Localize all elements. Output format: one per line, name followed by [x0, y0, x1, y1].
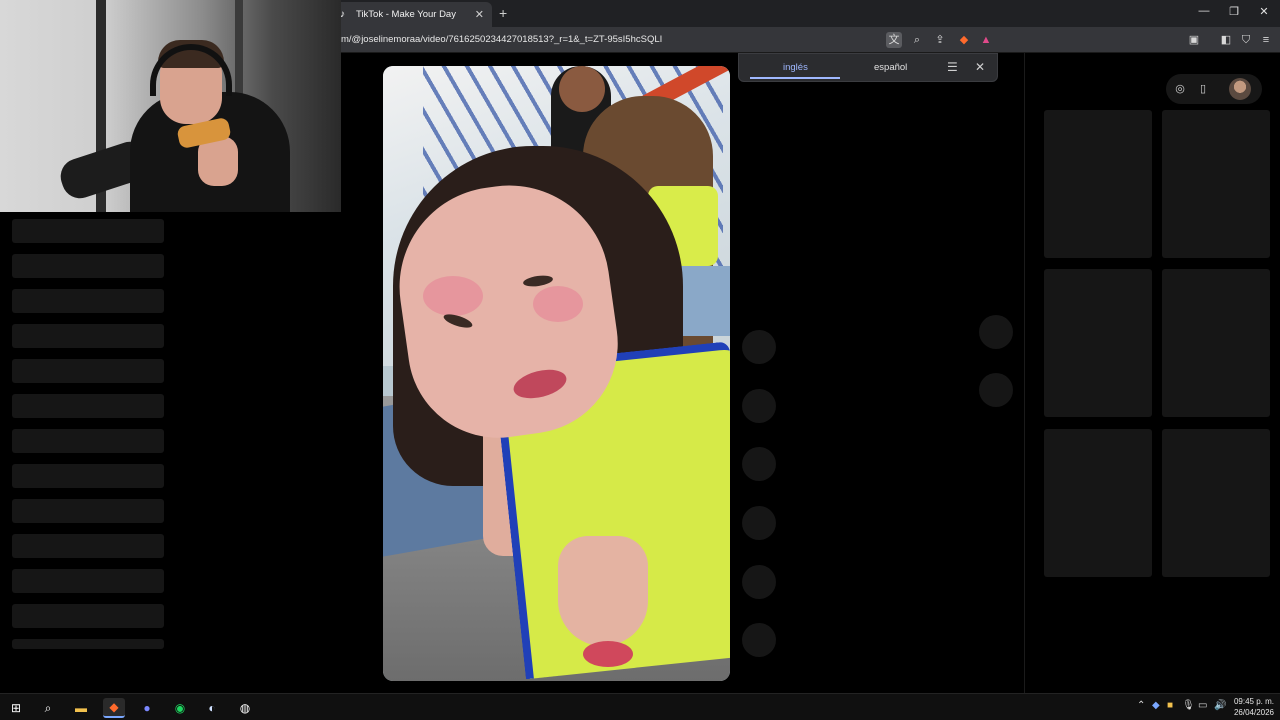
video-thumbnail-placeholder[interactable]	[1044, 110, 1152, 258]
video-person-background-head	[559, 66, 605, 112]
webcam-overlay	[0, 0, 341, 212]
share-button-placeholder[interactable]	[742, 506, 776, 540]
video-thumbnail-placeholder[interactable]	[1162, 110, 1270, 258]
extensions-icon[interactable]: ▣	[1186, 32, 1202, 48]
obs-icon[interactable]: ◍	[234, 698, 256, 718]
tray-app-icon[interactable]: ◆	[1152, 700, 1160, 711]
spotify-icon[interactable]: ◉	[169, 698, 191, 718]
tiktok-icon: ♪	[340, 8, 345, 20]
video-thumbnail-placeholder[interactable]	[1044, 269, 1152, 417]
sidebar-skeleton-item	[12, 639, 164, 649]
like-button-placeholder[interactable]	[742, 330, 776, 364]
panel-divider	[1024, 53, 1025, 693]
translate-popup: inglés español ☰ ✕	[738, 53, 998, 82]
next-video-button[interactable]	[979, 373, 1013, 407]
network-icon[interactable]: ▭	[1198, 700, 1207, 711]
zoom-icon[interactable]: ⌕	[909, 32, 925, 48]
screen: ♪ TikTok - Make Your Day ✕ + — ❐ ✕ m/@jo…	[0, 0, 1280, 720]
file-explorer-icon[interactable]: ▬	[70, 698, 92, 718]
steam-icon[interactable]: ◐	[201, 698, 223, 718]
taskbar: ⊞ ⌕ ▬ ◆ ● ◉ ◐ ◍ ⌃ ◆ ■ 🎙 ▭ 🔊 09:45 p. m. …	[0, 693, 1280, 720]
close-window-button[interactable]: ✕	[1256, 5, 1272, 18]
volume-icon[interactable]: 🔊	[1214, 700, 1226, 711]
tab-tiktok[interactable]: ♪ TikTok - Make Your Day ✕	[334, 2, 492, 27]
selected-tab-underline	[750, 77, 840, 79]
sidebar-skeleton-item	[12, 534, 164, 558]
vpn-shield-icon[interactable]: ⛉	[1238, 32, 1254, 48]
tray-overflow-icon[interactable]: ⌃	[1137, 700, 1145, 711]
sidebar-skeleton-item	[12, 464, 164, 488]
sidebar-skeleton-item	[12, 569, 164, 593]
video-thumbnail-placeholder[interactable]	[1162, 269, 1270, 417]
video-player[interactable]	[383, 66, 730, 681]
sound-button-placeholder[interactable]	[742, 623, 776, 657]
sidebar-skeleton-item	[12, 254, 164, 278]
sidebar-skeleton-item	[12, 324, 164, 348]
video-subject-cheek	[423, 276, 483, 316]
save-button-placeholder[interactable]	[742, 447, 776, 481]
sidebar-skeleton-item	[12, 499, 164, 523]
windows-start-icon[interactable]: ⊞	[5, 698, 27, 718]
tab-source-language[interactable]: inglés	[783, 62, 808, 73]
brave-rewards-icon[interactable]: ▲	[978, 32, 994, 48]
video-thumbnail-placeholder[interactable]	[1044, 429, 1152, 577]
clock-time: 09:45 p. m.	[1233, 697, 1275, 706]
tray-app-icon[interactable]: ■	[1167, 700, 1173, 711]
video-subject-chest	[558, 536, 648, 646]
sidebar-skeleton-item	[12, 394, 164, 418]
close-tab-icon[interactable]: ✕	[475, 8, 484, 21]
video-top-logo	[583, 641, 633, 667]
brave-browser-icon[interactable]: ◆	[103, 698, 125, 718]
more-button-placeholder[interactable]	[742, 565, 776, 599]
clock[interactable]: 09:45 p. m. 26/04/2026	[1229, 696, 1279, 718]
sidebar-skeleton-item	[12, 359, 164, 383]
sidebar-skeleton-item	[12, 604, 164, 628]
minimize-button[interactable]: —	[1196, 5, 1212, 17]
tab-title: TikTok - Make Your Day	[356, 9, 456, 20]
avatar[interactable]	[1229, 78, 1251, 100]
sidebar-skeleton-item	[12, 289, 164, 313]
new-tab-button[interactable]: +	[499, 5, 507, 21]
translate-icon[interactable]: 文	[886, 32, 902, 48]
discord-icon[interactable]: ●	[136, 698, 158, 718]
compass-icon[interactable]: ◎	[1173, 82, 1187, 95]
video-thumbnail-placeholder[interactable]	[1162, 429, 1270, 577]
sidebar-skeleton-item	[12, 219, 164, 243]
brave-shields-icon[interactable]: ◆	[956, 32, 972, 48]
share-icon[interactable]: ⇪	[932, 32, 948, 48]
video-subject-cheek	[533, 286, 583, 322]
sidebar-skeleton-item	[12, 429, 164, 453]
microphone-icon[interactable]: 🎙	[1182, 700, 1195, 711]
options-icon[interactable]: ☰	[947, 60, 958, 74]
menu-icon[interactable]: ≡	[1258, 32, 1274, 48]
search-icon[interactable]: ⌕	[37, 698, 59, 718]
comment-button-placeholder[interactable]	[742, 389, 776, 423]
sidebar-icon[interactable]: ◧	[1218, 32, 1234, 48]
close-icon[interactable]: ✕	[975, 60, 985, 74]
clock-date: 26/04/2026	[1233, 708, 1275, 717]
restore-button[interactable]: ❐	[1226, 5, 1242, 18]
tab-target-language[interactable]: español	[874, 62, 907, 73]
address-bar[interactable]: m/@joselinemoraa/video/76162502344270185…	[341, 34, 662, 45]
phone-icon[interactable]: ▯	[1196, 82, 1210, 95]
previous-video-button[interactable]	[979, 315, 1013, 349]
